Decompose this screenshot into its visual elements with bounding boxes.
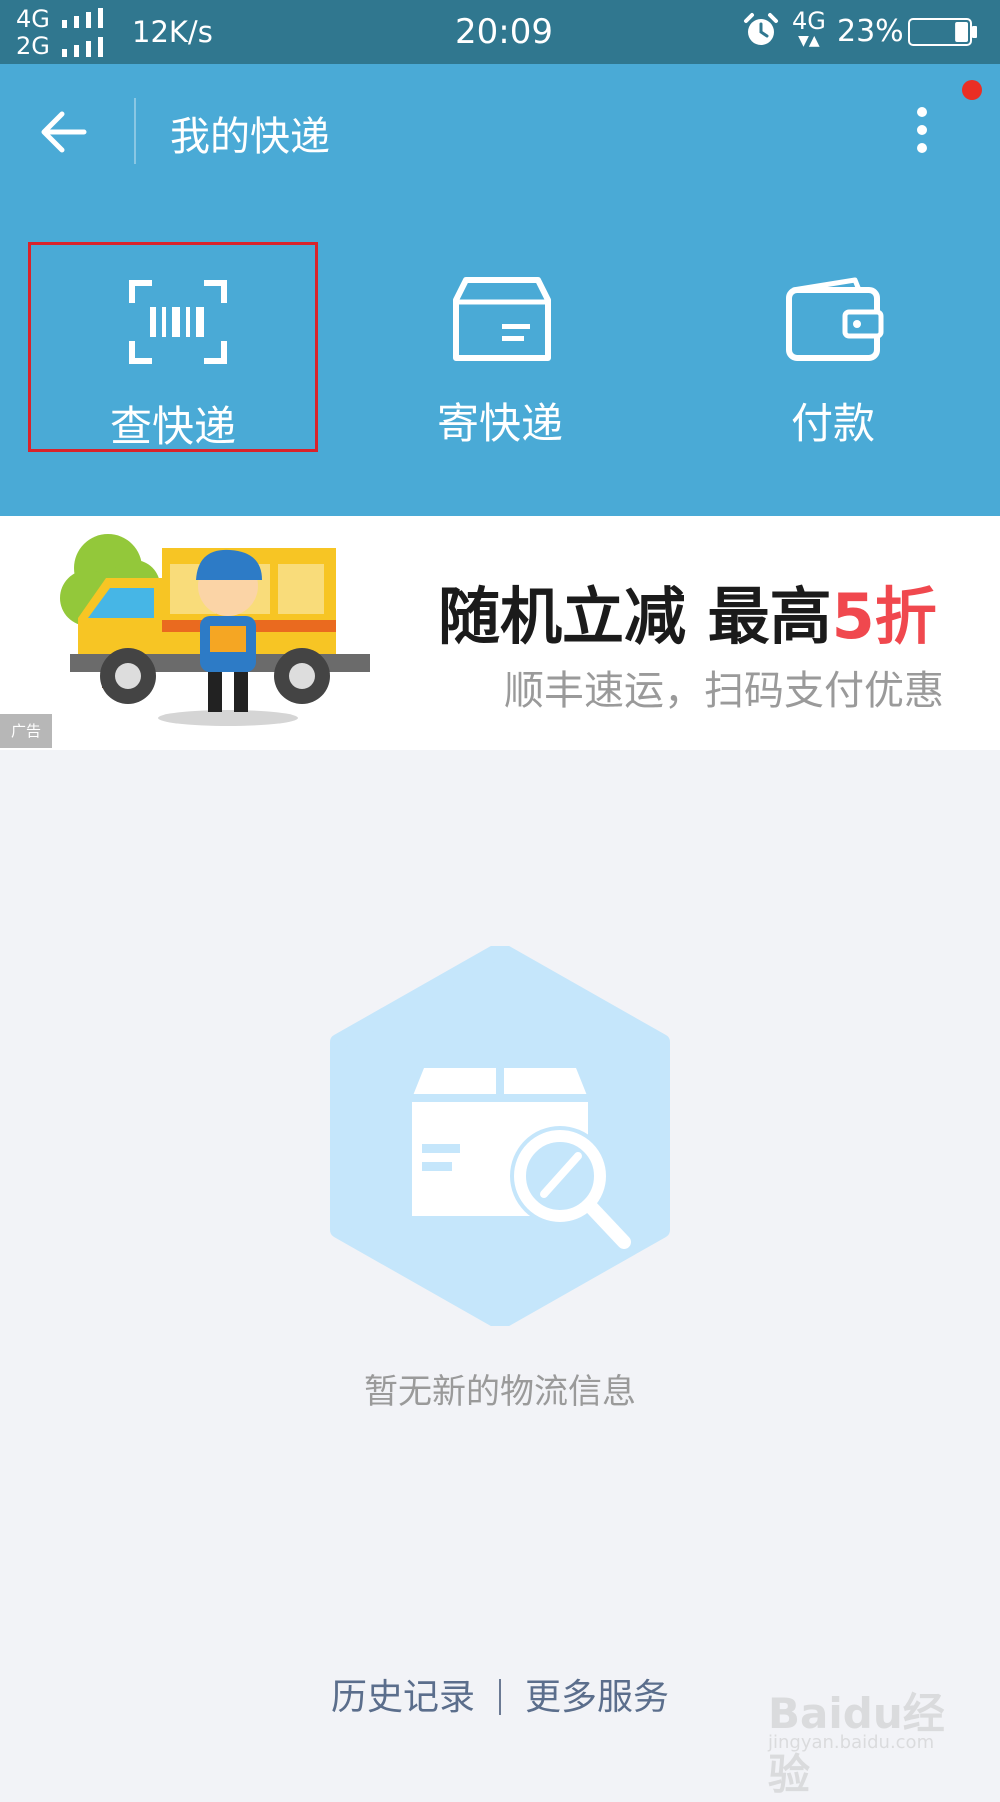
page-title: 我的快递 <box>170 114 330 160</box>
battery-icon <box>908 18 977 46</box>
more-menu-icon[interactable] <box>904 100 940 160</box>
ad-subtitle: 顺丰速运，扫码支付优惠 <box>504 668 944 714</box>
payment-label: 付款 <box>790 399 875 448</box>
network-type-top: 4G <box>16 5 50 33</box>
ad-label-badge: 广告 <box>0 714 52 748</box>
query-express-button[interactable]: 查快递 <box>28 242 318 452</box>
status-bar: 4G 2G 12K/s 20:09 4G ▼▲ 23% <box>0 0 1000 64</box>
empty-package-search-icon <box>330 946 670 1326</box>
empty-state-message: 暂无新的物流信息 <box>364 1372 636 1412</box>
notification-dot <box>962 80 982 100</box>
barcode-scan-icon <box>129 280 227 364</box>
ad-headline: 随机立减 最高5折 <box>438 566 937 656</box>
data-network: 4G ▼▲ <box>792 9 826 49</box>
signal-strength-icon <box>62 8 103 28</box>
payment-button[interactable]: 付款 <box>688 242 978 452</box>
network-type-bottom: 2G <box>16 32 50 60</box>
watermark-url: jingyan.baidu.com <box>768 1732 935 1753</box>
network-speed: 12K/s <box>132 15 213 49</box>
network-labels: 4G 2G <box>16 6 50 60</box>
alarm-clock-icon <box>744 13 778 45</box>
battery-percent: 23% <box>837 14 904 49</box>
back-arrow-icon[interactable] <box>36 104 96 160</box>
send-express-button[interactable]: 寄快递 <box>355 242 645 452</box>
data-network-label: 4G <box>792 7 826 35</box>
signal-strength-icon <box>62 37 103 57</box>
ad-discount-highlight: 5折 <box>831 580 937 653</box>
data-activity-icon: ▼▲ <box>798 33 820 49</box>
baidu-watermark: Baidu经验 jingyan.baidu.com <box>768 1680 958 1799</box>
app-header: 我的快递 查快递 寄快递 付款 <box>0 64 1000 516</box>
query-express-label: 查快递 <box>109 402 236 451</box>
delivery-truck-illustration <box>60 534 370 726</box>
footer-separator <box>499 1679 501 1715</box>
wallet-icon <box>786 277 884 361</box>
history-link[interactable]: 历史记录 <box>331 1677 475 1718</box>
header-divider <box>134 98 136 164</box>
more-services-link[interactable]: 更多服务 <box>525 1677 669 1718</box>
ad-headline-text: 随机立减 最高 <box>438 580 832 653</box>
clock: 20:09 <box>455 12 553 52</box>
package-box-icon <box>453 277 551 361</box>
ad-banner[interactable]: 随机立减 最高5折 顺丰速运，扫码支付优惠 广告 <box>0 516 1000 750</box>
send-express-label: 寄快递 <box>436 399 563 448</box>
